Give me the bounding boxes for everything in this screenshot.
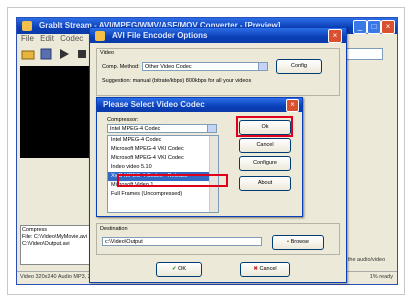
video-group-label: Video [100,50,114,56]
close-icon[interactable]: × [286,99,299,112]
suggestion-text: Suggestion: manual (bitrate/kbps) 800kbp… [102,78,252,84]
destination-value: c:\Video\Output [105,239,143,245]
ok-label: OK [178,266,187,272]
encoder-dialog-titlebar[interactable]: AVI File Encoder Options × [90,28,346,43]
close-icon[interactable]: × [328,29,342,43]
minimize-icon[interactable]: _ [353,20,367,34]
x-icon: ✖ [253,266,258,272]
save-icon[interactable] [39,48,53,60]
dialog-icon [95,31,105,41]
menu-edit[interactable]: Edit [40,34,54,43]
destination-label: Destination [100,226,128,232]
config-button[interactable]: Config [276,59,322,74]
encoder-dialog-title: AVI File Encoder Options [112,31,208,40]
ok-highlight-box [236,116,293,137]
codec-dialog-titlebar[interactable]: Please Select Video Codec × [97,98,302,112]
list-item[interactable]: Full Frames (Uncompressed) [108,190,218,199]
menu-codec[interactable]: Codec [60,34,83,43]
browse-icon: ▪ [287,239,290,245]
checkmark-icon: ✔ [171,266,177,272]
list-item[interactable]: Microsoft MPEG-4 VKI Codec [108,145,218,154]
stop-icon[interactable] [75,48,89,60]
codec-highlight-box [117,174,228,187]
codec-cancel-button[interactable]: Cancel [239,138,291,153]
about-button[interactable]: About [239,176,291,191]
chevron-down-icon [258,63,267,70]
configure-button[interactable]: Configure [239,156,291,171]
play-icon[interactable] [57,48,71,60]
comp-method-select[interactable]: Other Video Codec [142,62,268,71]
select-codec-dialog: Please Select Video Codec × Compressor: … [96,97,303,217]
chevron-down-icon [207,125,216,132]
comp-method-value: Other Video Codec [145,64,192,70]
open-folder-icon[interactable] [21,48,35,60]
right-field[interactable] [341,48,383,60]
compressor-value: Intel MPEG-4 Codec [110,126,161,132]
compressor-label: Compressor: [107,117,139,123]
list-item[interactable]: Indeo video 5.10 [108,163,218,172]
browse-button[interactable]: ▪ Browse [272,235,324,250]
cancel-button[interactable]: ✖ Cancel [240,262,290,277]
destination-input[interactable]: c:\Video\Output [102,237,262,246]
ok-button[interactable]: ✔ OK [156,262,202,277]
codec-dialog-title: Please Select Video Codec [103,100,205,109]
list-item[interactable]: Intel MPEG-4 Codec [108,136,218,145]
app-icon [22,21,32,31]
status-right: 1% ready [369,274,393,280]
cancel-label: Cancel [259,266,277,272]
comp-method-label: Comp. Method: [102,64,140,70]
browse-label: Browse [290,239,309,245]
close-icon[interactable]: × [381,20,395,34]
menu-file[interactable]: File [21,34,34,43]
compressor-select[interactable]: Intel MPEG-4 Codec [107,124,217,133]
list-item[interactable]: Microsoft MPEG-4 VKI Codec [108,154,218,163]
maximize-icon[interactable]: □ [367,20,381,34]
